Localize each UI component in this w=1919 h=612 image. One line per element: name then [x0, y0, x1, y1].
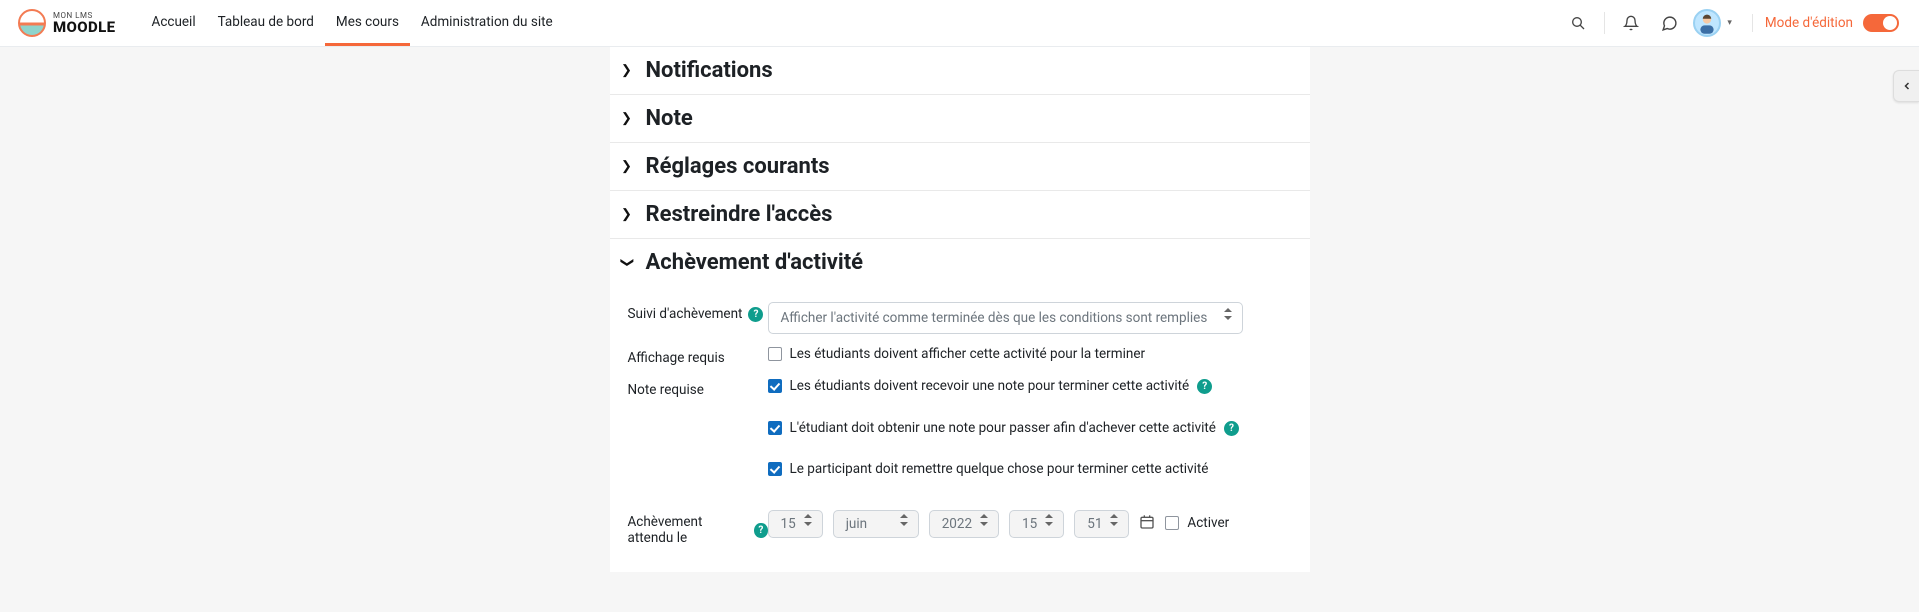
help-icon[interactable]: ? — [1197, 379, 1212, 394]
site-logo[interactable]: MON LMS MOODLE — [18, 9, 116, 37]
date-day-select[interactable]: 15 — [768, 510, 823, 538]
require-grade-text: Les étudiants doivent recevoir une note … — [790, 378, 1190, 394]
section-title: Restreindre l'accès — [646, 202, 833, 227]
avatar — [1693, 9, 1721, 37]
section-notifications[interactable]: ❯ Notifications — [610, 47, 1310, 95]
logo-text: MON LMS MOODLE — [53, 12, 116, 35]
date-minute-select[interactable]: 51 — [1074, 510, 1129, 538]
require-view-checkbox[interactable] — [768, 347, 782, 361]
divider — [1604, 12, 1605, 34]
require-grade-checkbox[interactable] — [768, 379, 782, 393]
messages-icon[interactable] — [1655, 9, 1683, 37]
require-view-label: Affichage requis — [628, 350, 725, 366]
require-submit-text: Le participant doit remettre quelque cho… — [790, 461, 1209, 477]
help-icon[interactable]: ? — [748, 307, 763, 322]
logo-mark — [18, 9, 46, 37]
calendar-icon[interactable] — [1139, 514, 1155, 534]
chevron-down-icon: ▾ — [1727, 18, 1732, 28]
nav-admin[interactable]: Administration du site — [410, 0, 564, 46]
completion-tracking-value: Afficher l'activité comme terminée dès q… — [781, 310, 1208, 326]
require-view-text: Les étudiants doivent afficher cette act… — [790, 346, 1146, 362]
section-title: Note — [646, 106, 693, 131]
chevron-right-icon: ❯ — [620, 207, 634, 222]
logo-line2: MOODLE — [53, 20, 116, 35]
notifications-icon[interactable] — [1617, 9, 1645, 37]
date-enable-checkbox[interactable] — [1165, 516, 1179, 530]
chevron-right-icon: ❯ — [620, 111, 634, 126]
edit-mode: Mode d'édition — [1752, 14, 1899, 32]
section-common-settings[interactable]: ❯ Réglages courants — [610, 143, 1310, 191]
help-icon[interactable]: ? — [754, 523, 767, 538]
chevron-right-icon: ❯ — [620, 63, 634, 78]
main-nav: Accueil Tableau de bord Mes cours Admini… — [141, 0, 564, 46]
section-title: Notifications — [646, 58, 773, 83]
nav-courses[interactable]: Mes cours — [325, 0, 410, 46]
section-title: Réglages courants — [646, 154, 830, 179]
section-activity-completion[interactable]: ❯ Achèvement d'activité — [610, 239, 1310, 286]
chevron-right-icon: ❯ — [620, 159, 634, 174]
chevron-down-icon: ❯ — [619, 256, 634, 270]
date-month-select[interactable]: juin — [833, 510, 919, 538]
section-grade[interactable]: ❯ Note — [610, 95, 1310, 143]
require-grade-label: Note requise — [628, 382, 704, 398]
completion-tracking-label: Suivi d'achèvement — [628, 306, 743, 322]
expected-completion-label: Achèvement attendu le — [628, 514, 749, 546]
section-restrict-access[interactable]: ❯ Restreindre l'accès — [610, 191, 1310, 239]
require-submit-checkbox[interactable] — [768, 462, 782, 476]
section-title: Achèvement d'activité — [646, 250, 864, 275]
edit-mode-toggle[interactable] — [1863, 14, 1899, 32]
edit-mode-label: Mode d'édition — [1765, 15, 1853, 31]
date-enable-label: Activer — [1187, 515, 1229, 531]
nav-dashboard[interactable]: Tableau de bord — [207, 0, 325, 46]
require-pass-text: L'étudiant doit obtenir une note pour pa… — [790, 420, 1216, 436]
date-year-select[interactable]: 2022 — [929, 510, 999, 538]
nav-home[interactable]: Accueil — [141, 0, 207, 46]
user-menu[interactable]: ▾ — [1693, 9, 1732, 37]
require-pass-checkbox[interactable] — [768, 421, 782, 435]
date-hour-select[interactable]: 15 — [1009, 510, 1064, 538]
search-icon[interactable] — [1564, 9, 1592, 37]
right-panel-toggle[interactable] — [1893, 70, 1919, 102]
completion-tracking-select[interactable]: Afficher l'activité comme terminée dès q… — [768, 302, 1243, 334]
completion-panel: Suivi d'achèvement ? Afficher l'activité… — [610, 286, 1310, 552]
help-icon[interactable]: ? — [1224, 421, 1239, 436]
